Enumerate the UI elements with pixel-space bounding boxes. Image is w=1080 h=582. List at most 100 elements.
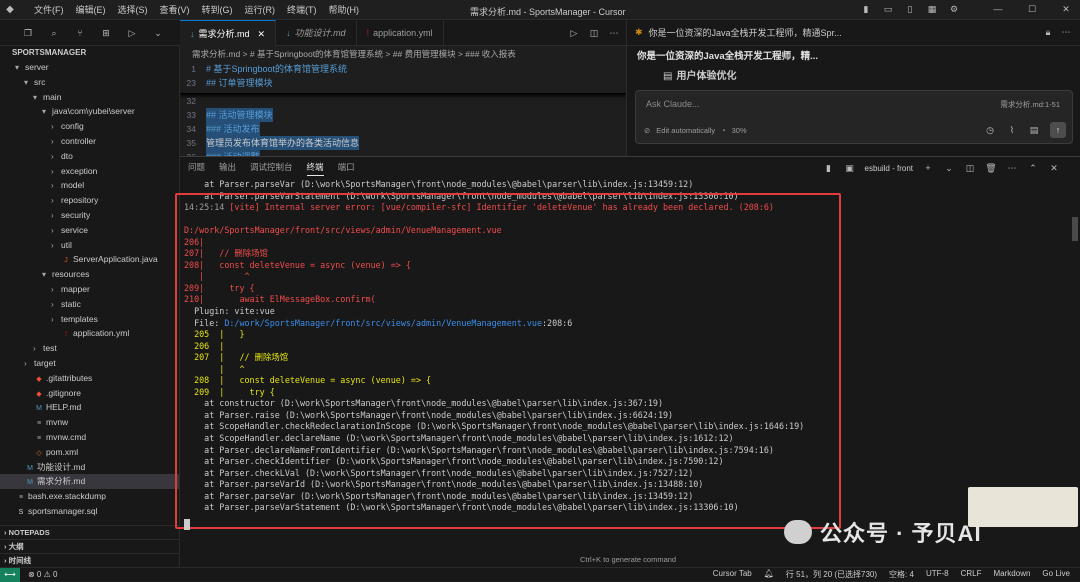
code-line[interactable]: 35 管理员发布体育馆举办的各类活动信息 xyxy=(180,136,626,150)
toggle-icon[interactable]: ⊘ xyxy=(644,126,650,135)
language-mode[interactable]: Markdown xyxy=(994,569,1031,580)
tree-item[interactable]: › static xyxy=(0,297,179,312)
layout-sidebar-icon[interactable]: ▮ xyxy=(860,3,872,15)
chat-input-placeholder[interactable]: Ask Claude... xyxy=(646,99,700,109)
explorer-icon[interactable]: ❐ xyxy=(22,27,34,39)
sidebar-section[interactable]: › NOTEPADS xyxy=(0,525,180,539)
tree-item[interactable]: › config xyxy=(0,119,179,134)
tree-item[interactable]: › security xyxy=(0,208,179,223)
code-editor[interactable]: 1 # 基于Springboot的体育馆管理系统 23 ## 订单管理模块 32 33 ##… xyxy=(180,62,626,156)
tree-item[interactable]: › util xyxy=(0,238,179,253)
source-control-icon[interactable]: ⑂ xyxy=(74,27,86,39)
tree-item[interactable]: M HELP.md xyxy=(0,400,179,415)
tree-item[interactable]: ▾ resources xyxy=(0,267,179,282)
terminal-line-text[interactable]: File: D:/work/SportsManager/front/src/vi… xyxy=(184,318,572,328)
extensions-icon[interactable]: ⊞ xyxy=(100,27,112,39)
tree-item[interactable]: › model xyxy=(0,178,179,193)
panel-tab[interactable]: 端口 xyxy=(338,161,355,176)
tree-item[interactable]: ▾ src xyxy=(0,75,179,90)
minimize-icon[interactable]: — xyxy=(992,3,1004,15)
more-actions-icon[interactable]: ⋯ xyxy=(1006,162,1018,174)
maximize-icon[interactable]: ☐ xyxy=(1026,3,1038,15)
cursor-tab-status[interactable]: Cursor Tab xyxy=(713,569,752,580)
menu-item[interactable]: 转到(G) xyxy=(202,3,233,16)
search-icon[interactable]: ⌕ xyxy=(48,27,60,39)
close-panel-icon[interactable]: ✕ xyxy=(1048,162,1060,174)
bell-icon[interactable]: 🔔︎ xyxy=(764,569,774,580)
tree-item[interactable]: ▾ main xyxy=(0,90,179,105)
menu-item[interactable]: 文件(F) xyxy=(34,3,64,16)
terminal-output[interactable]: at Parser.parseVar (D:\work\SportsManage… xyxy=(180,179,1080,554)
sidebar-section[interactable]: › 时间线 xyxy=(0,553,180,567)
cursor-position[interactable]: 行 51，列 20 (已选择730) xyxy=(786,569,877,580)
tree-item[interactable]: ◆ .gitattributes xyxy=(0,371,179,386)
code-line[interactable]: 33 ## 活动管理模块 xyxy=(180,108,626,122)
split-terminal-icon[interactable]: ◫ xyxy=(964,162,976,174)
chat-input-box[interactable]: Ask Claude... 需求分析.md:1-51 ⊘ Edit automa… xyxy=(635,90,1073,144)
chat-tab[interactable]: ✱ 你是一位资深的Java全栈开发工程师，精通Spr... 🔒︎ ⋯ xyxy=(627,20,1080,46)
remote-icon[interactable]: ⟷ xyxy=(0,567,20,582)
terminal-view-icon[interactable]: ▮ xyxy=(823,162,835,174)
edit-automatically-toggle[interactable]: Edit automatically xyxy=(656,126,715,135)
tree-item[interactable]: J ServerApplication.java xyxy=(0,252,179,267)
code-line[interactable]: 34 ### 活动发布 xyxy=(180,122,626,136)
tree-item[interactable]: ▾ server xyxy=(0,60,179,75)
editor-tab[interactable]: ↓ 功能设计.md xyxy=(276,20,357,46)
more-icon[interactable]: ⋯ xyxy=(1060,26,1072,38)
layout-secondary-icon[interactable]: ▯ xyxy=(904,3,916,15)
run-debug-icon[interactable]: ▷ xyxy=(126,27,138,39)
tree-item[interactable]: › service xyxy=(0,223,179,238)
editor-tab[interactable]: ↓ 需求分析.md ✕ xyxy=(180,20,277,47)
line-ending[interactable]: CRLF xyxy=(961,569,982,580)
terminal-name[interactable]: esbuild - front xyxy=(865,164,913,173)
customize-layout-icon[interactable]: ▦ xyxy=(926,3,938,15)
tree-item[interactable]: › test xyxy=(0,341,179,356)
sidebar-section[interactable]: › 大纲 xyxy=(0,539,180,553)
attach-icon[interactable]: ⌇ xyxy=(1006,124,1018,136)
panel-tab[interactable]: 输出 xyxy=(219,161,236,176)
menu-item[interactable]: 选择(S) xyxy=(118,3,148,16)
tree-item[interactable]: ≡ mvnw.cmd xyxy=(0,430,179,445)
tree-item[interactable]: ◇ pom.xml xyxy=(0,445,179,460)
indentation[interactable]: 空格: 4 xyxy=(889,569,914,580)
tree-item[interactable]: › mapper xyxy=(0,282,179,297)
tree-item[interactable]: ◆ .gitignore xyxy=(0,386,179,401)
menu-item[interactable]: 终端(T) xyxy=(287,3,317,16)
settings-gear-icon[interactable]: ⚙ xyxy=(948,3,960,15)
dropdown-icon[interactable]: ⌄ xyxy=(943,162,955,174)
encoding[interactable]: UTF-8 xyxy=(926,569,949,580)
tree-item[interactable]: › target xyxy=(0,356,179,371)
terminal-scrollbar[interactable] xyxy=(1072,217,1078,241)
close-tab-icon[interactable]: ✕ xyxy=(258,21,266,47)
breadcrumb[interactable]: 需求分析.md > # 基于Springboot的体育馆管理系统 > ## 费用… xyxy=(180,46,626,62)
tree-item[interactable]: › controller xyxy=(0,134,179,149)
tree-item[interactable]: ≡ mvnw xyxy=(0,415,179,430)
tree-item[interactable]: › repository xyxy=(0,193,179,208)
chevron-down-icon[interactable]: ⌄ xyxy=(152,27,164,39)
more-actions-icon[interactable]: ⋯ xyxy=(608,27,620,39)
problems-count[interactable]: ⊗ 0 ⚠ 0 xyxy=(28,570,57,579)
lock-icon[interactable]: 🔒︎ xyxy=(1042,26,1054,38)
tree-item[interactable]: ▾ java\com\yubei\server xyxy=(0,104,179,119)
menu-item[interactable]: 编辑(E) xyxy=(76,3,106,16)
tree-item[interactable]: Ssportsmanager.sql xyxy=(0,504,179,519)
add-terminal-icon[interactable]: + xyxy=(922,162,934,174)
layout-panel-icon[interactable]: ▭ xyxy=(882,3,894,15)
tree-item[interactable]: ≡ bash.exe.stackdump xyxy=(0,489,179,504)
menu-item[interactable]: 运行(R) xyxy=(245,3,276,16)
document-icon[interactable]: ▤ xyxy=(1028,124,1040,136)
context-chip[interactable]: 需求分析.md:1-51 xyxy=(1000,99,1060,110)
send-button[interactable]: ↑ xyxy=(1050,122,1066,138)
maximize-panel-icon[interactable]: ⌃ xyxy=(1027,162,1039,174)
sticky-line[interactable]: 1 # 基于Springboot的体育馆管理系统 xyxy=(180,62,626,76)
tree-item[interactable]: ! application.yml xyxy=(0,326,179,341)
tree-item[interactable]: › templates xyxy=(0,312,179,327)
panel-tab[interactable]: 问题 xyxy=(188,161,205,176)
trash-icon[interactable]: 🗑︎ xyxy=(985,162,997,174)
tree-item[interactable]: M 需求分析.md xyxy=(0,474,179,490)
explorer-root[interactable]: SPORTSMANAGER xyxy=(0,46,179,60)
panel-tab[interactable]: 调试控制台 xyxy=(250,161,293,176)
close-window-icon[interactable]: ✕ xyxy=(1060,3,1072,15)
sticky-line[interactable]: 23 ## 订单管理模块 xyxy=(180,76,626,90)
tree-item[interactable]: › exception xyxy=(0,164,179,179)
